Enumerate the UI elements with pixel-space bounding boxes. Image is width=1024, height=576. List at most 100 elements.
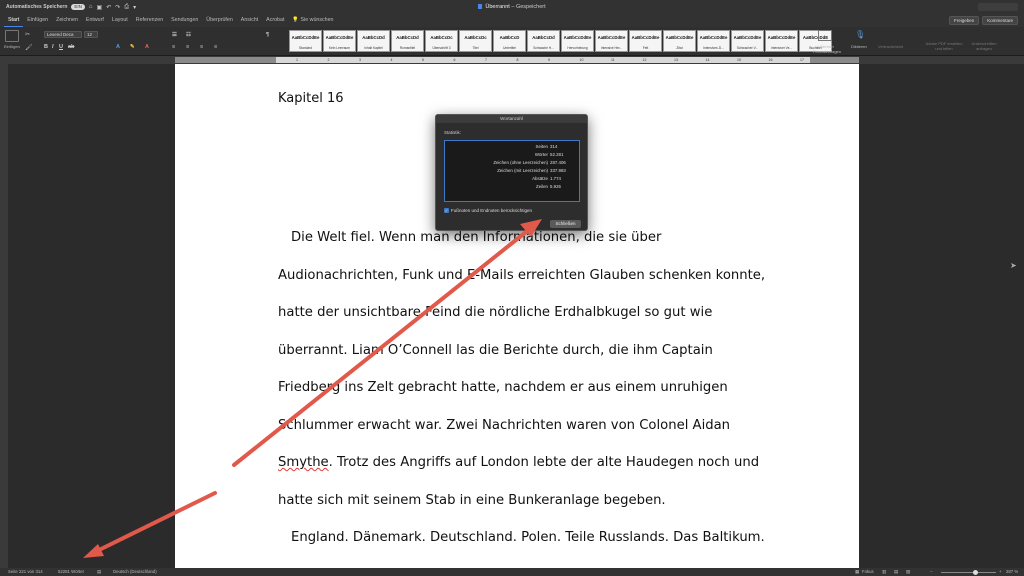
- tell-me-label: Sie wünschen: [300, 17, 334, 23]
- dictate-button[interactable]: Diktieren: [851, 44, 867, 49]
- align-center-icon[interactable]: ≡: [186, 44, 189, 50]
- tab-draw[interactable]: Zeichnen: [52, 14, 82, 27]
- stat-row: Zeichen (ohne Leerzeichen) 287.406: [445, 160, 581, 167]
- print-layout-icon[interactable]: ▤: [894, 569, 898, 575]
- horizontal-ruler[interactable]: 1 2 3 4 5 6 7 8 9 10 11 12 13 14 15 16 17: [0, 56, 1024, 64]
- footnotes-checkbox-row[interactable]: ✓ Fußnoten und Endnoten berücksichtigen: [444, 208, 532, 213]
- styles-pane-icon[interactable]: [818, 30, 832, 41]
- print-icon[interactable]: ⎙: [124, 4, 129, 11]
- word-count-dialog: Wortanzahl Statistik: Seiten 314 Wörter 52…: [435, 114, 588, 231]
- style-tile[interactable]: AaBbCcDdEe Kein Leerraum: [323, 30, 356, 52]
- highlight-icon[interactable]: ✎: [130, 44, 135, 50]
- tab-mailings[interactable]: Sendungen: [167, 14, 202, 27]
- style-sample: AaBbCcDd: [396, 35, 419, 40]
- style-name: Fett: [642, 46, 649, 50]
- justify-icon[interactable]: ≡: [214, 44, 217, 50]
- align-right-icon[interactable]: ≡: [200, 44, 203, 50]
- stat-row: Zeichen (mit Leerzeichen) 337.983: [445, 168, 581, 175]
- bullets-icon[interactable]: ☰: [172, 32, 177, 38]
- tab-acrobat[interactable]: Acrobat: [262, 14, 288, 27]
- status-bar: Seite 221 von 314 52281 Wörter ▤ Deutsch…: [0, 568, 1024, 576]
- language[interactable]: Deutsch (Deutschland): [113, 569, 157, 575]
- save-icon[interactable]: ▣: [97, 4, 103, 11]
- create-pdf-button[interactable]: Adobe PDF erstellen und teilen: [922, 41, 966, 51]
- style-tile[interactable]: AaBbCcDdEe Schwacher V...: [731, 30, 764, 52]
- ruler-number: 17: [800, 58, 804, 62]
- tab-start[interactable]: Start: [4, 14, 24, 27]
- paste-button[interactable]: Einfügen: [4, 44, 20, 49]
- style-tile[interactable]: AaBbCcDdEe Zitat: [663, 30, 696, 52]
- zoom-in-icon[interactable]: +: [999, 569, 1002, 575]
- focus-icon[interactable]: ▦: [855, 569, 859, 575]
- style-tile[interactable]: AaBbCcDdEe Intensive Her...: [595, 30, 628, 52]
- style-sample: AaBbCcDdEe: [665, 35, 694, 40]
- body-line: Die Welt fiel. Wenn man den Informatione…: [291, 230, 662, 245]
- text-effects-icon[interactable]: A: [116, 44, 120, 50]
- align-left-icon[interactable]: ≡: [172, 44, 175, 50]
- checkbox-checked-icon[interactable]: ✓: [444, 208, 449, 213]
- microphone-icon[interactable]: 🎙: [855, 30, 865, 39]
- numbering-icon[interactable]: ☷: [186, 32, 191, 38]
- tab-review[interactable]: Überprüfen: [202, 14, 237, 27]
- page-count[interactable]: Seite 221 von 314: [8, 569, 43, 575]
- search-box[interactable]: [978, 3, 1018, 11]
- tab-tell-me[interactable]: 💡 Sie wünschen: [288, 14, 337, 27]
- zoom-level[interactable]: 287 %: [1006, 569, 1018, 575]
- style-name: Inhalt Kapitel: [364, 46, 383, 50]
- style-tile[interactable]: AaBbCcDdEe Intensives Zi...: [697, 30, 730, 52]
- style-sample: AaBbCcDdEe: [597, 35, 626, 40]
- font-size-select[interactable]: 12: [84, 31, 98, 38]
- zoom-slider[interactable]: [941, 571, 996, 573]
- styles-pane-button[interactable]: Bereich Formatvorlagen: [810, 44, 844, 54]
- cut-icon[interactable]: ✂: [25, 31, 30, 38]
- request-signatures-button[interactable]: Unterschriften anfragen: [966, 41, 1002, 51]
- stat-value: 5.926: [550, 184, 561, 189]
- tab-insert[interactable]: Einfügen: [23, 14, 52, 27]
- undo-icon[interactable]: ↶: [106, 4, 111, 11]
- style-tile[interactable]: AaBbCcDc Titel: [459, 30, 492, 52]
- bold-icon[interactable]: B: [44, 44, 48, 50]
- tab-design[interactable]: Entwurf: [82, 14, 108, 27]
- font-color-icon[interactable]: A: [145, 44, 149, 50]
- style-tile[interactable]: AaBbCcDc Überschrift 3: [425, 30, 458, 52]
- underline-icon[interactable]: U: [59, 44, 63, 50]
- zoom-slider-handle[interactable]: [973, 569, 978, 575]
- proofing-icon[interactable]: ▤: [97, 569, 101, 575]
- style-tile[interactable]: AaBbCcDdEe Intensiver Ve...: [765, 30, 798, 52]
- style-tile[interactable]: AaBbCcDdEe Standard: [289, 30, 322, 52]
- pilcrow-icon[interactable]: ¶: [266, 32, 269, 38]
- italic-icon[interactable]: I: [52, 44, 54, 50]
- style-tile[interactable]: AaBbCcDdEe Fett: [629, 30, 662, 52]
- web-layout-icon[interactable]: ▧: [906, 569, 910, 575]
- paste-icon[interactable]: [5, 30, 19, 42]
- misspelled-word[interactable]: Smythe: [278, 455, 329, 470]
- vertical-ruler[interactable]: [0, 64, 8, 568]
- focus-button[interactable]: Fokus: [862, 569, 874, 575]
- font-name-select[interactable]: Lexend Deca: [44, 31, 82, 38]
- comments-button[interactable]: Kommentare: [982, 16, 1018, 25]
- style-tile[interactable]: AaBbCcDd Inhalt Kapitel: [357, 30, 390, 52]
- autosave-toggle[interactable]: EIN: [71, 4, 85, 10]
- home-icon[interactable]: ⌂: [89, 4, 93, 10]
- stat-label: Zeichen (ohne Leerzeichen): [493, 160, 548, 165]
- style-tile[interactable]: AaBbCcDd Schwache H...: [527, 30, 560, 52]
- style-tile[interactable]: AaBbCcD Untertitel: [493, 30, 526, 52]
- style-tile[interactable]: AaBbCcDdEe Hervorhebung: [561, 30, 594, 52]
- more-icon[interactable]: ▾: [133, 4, 136, 11]
- ruler-number: 6: [453, 58, 456, 62]
- format-painter-icon[interactable]: 🖌: [25, 44, 33, 51]
- sensitivity-button[interactable]: Vertraulichkeit: [878, 44, 903, 49]
- tab-references[interactable]: Referenzen: [132, 14, 167, 27]
- tab-layout[interactable]: Layout: [108, 14, 132, 27]
- close-button[interactable]: Schließen: [550, 220, 581, 228]
- stat-label: Wörter: [534, 152, 548, 157]
- word-count[interactable]: 52281 Wörter: [58, 569, 84, 575]
- ruler-number: 2: [327, 58, 330, 62]
- zoom-out-icon[interactable]: −: [930, 569, 933, 575]
- style-tile[interactable]: AaBbCcDd Romantitel: [391, 30, 424, 52]
- tab-view[interactable]: Ansicht: [237, 14, 262, 27]
- strikethrough-icon[interactable]: ab: [68, 44, 74, 50]
- read-mode-icon[interactable]: ▥: [882, 569, 886, 575]
- redo-icon[interactable]: ↷: [115, 4, 120, 11]
- share-button[interactable]: Freigeben: [948, 16, 980, 25]
